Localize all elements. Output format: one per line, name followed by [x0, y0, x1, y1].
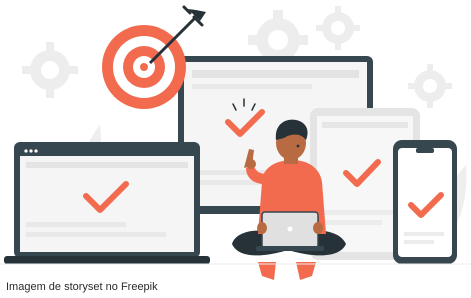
- phone-icon: [393, 140, 457, 264]
- gear-icon: [408, 64, 452, 108]
- stage: Imagem de storyset no Freepik: [0, 0, 471, 298]
- goal-achieved-illustration: [0, 5, 471, 280]
- image-credit-caption: Imagem de storyset no Freepik: [6, 281, 158, 293]
- gear-icon: [316, 6, 360, 50]
- gear-icon: [22, 42, 78, 98]
- gear-icon: [248, 10, 308, 62]
